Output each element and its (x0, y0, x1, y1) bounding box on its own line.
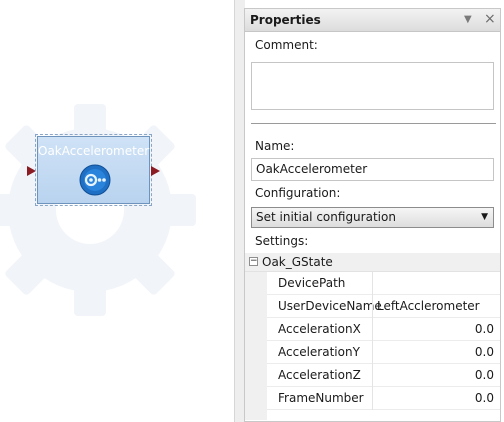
property-value-field[interactable]: 0.0 (377, 391, 494, 405)
column-separator (372, 364, 373, 387)
property-row-accelerationy[interactable]: AccelerationY 0.0 (245, 341, 500, 364)
close-icon[interactable]: × (484, 11, 496, 27)
gear-watermark-icon (0, 104, 196, 316)
properties-panel: Properties ▼ × Comment: Name: OakAcceler… (244, 8, 501, 422)
property-value-field[interactable]: 0.0 (377, 322, 494, 336)
property-row-userdevicename[interactable]: UserDeviceName LeftAcclerometer (245, 295, 500, 318)
oak-accelerometer-node[interactable]: OakAccelerometer (35, 134, 152, 206)
grid-tail (245, 410, 500, 420)
column-separator (372, 295, 373, 318)
row-gutter (245, 341, 267, 364)
comment-label: Comment: (255, 38, 318, 52)
row-gutter (245, 387, 267, 410)
column-separator (372, 318, 373, 341)
row-gutter (245, 295, 267, 318)
column-separator (372, 387, 373, 410)
property-name: FrameNumber (278, 391, 364, 405)
property-group-row[interactable]: − Oak_GState (245, 253, 500, 272)
property-name: AccelerationZ (278, 368, 361, 382)
column-separator (372, 272, 373, 295)
property-name: DevicePath (278, 276, 346, 290)
settings-property-grid: − Oak_GState DevicePath UserDeviceName L… (245, 253, 500, 420)
property-value-field[interactable]: 0.0 (377, 345, 494, 359)
name-input[interactable]: OakAccelerometer (251, 158, 494, 181)
configuration-label: Configuration: (255, 186, 341, 200)
property-row-accelerationz[interactable]: AccelerationZ 0.0 (245, 364, 500, 387)
property-row-accelerationx[interactable]: AccelerationX 0.0 (245, 318, 500, 341)
property-name: AccelerationY (278, 345, 360, 359)
column-separator (372, 341, 373, 364)
workflow-canvas[interactable]: OakAccelerometer (0, 0, 234, 422)
property-name: UserDeviceName (278, 299, 382, 313)
name-label: Name: (255, 139, 295, 153)
output-port[interactable] (151, 166, 160, 176)
row-gutter (245, 410, 267, 420)
configuration-select[interactable]: Set initial configuration ▼ (251, 207, 494, 228)
collapse-icon[interactable]: − (249, 257, 258, 266)
row-gutter (245, 318, 267, 341)
row-gutter (245, 364, 267, 387)
settings-label: Settings: (255, 234, 309, 248)
input-port[interactable] (27, 166, 36, 176)
property-row-devicepath[interactable]: DevicePath (245, 272, 500, 295)
property-group-name: Oak_GState (262, 255, 333, 269)
oak-sensor-icon (79, 164, 111, 196)
node-title: OakAccelerometer (38, 144, 150, 158)
property-name: AccelerationX (278, 322, 361, 336)
section-divider (251, 123, 496, 124)
configuration-value: Set initial configuration (256, 210, 396, 224)
properties-header: Properties ▼ × (245, 9, 500, 32)
pin-dropdown-icon[interactable]: ▼ (464, 14, 472, 25)
property-row-framenumber[interactable]: FrameNumber 0.0 (245, 387, 500, 410)
row-gutter (245, 272, 267, 295)
chevron-down-icon: ▼ (481, 212, 488, 222)
property-value-field[interactable]: LeftAcclerometer (377, 299, 494, 313)
property-value-field[interactable]: 0.0 (377, 368, 494, 382)
comment-textarea[interactable] (251, 62, 494, 110)
properties-title: Properties (250, 13, 321, 27)
